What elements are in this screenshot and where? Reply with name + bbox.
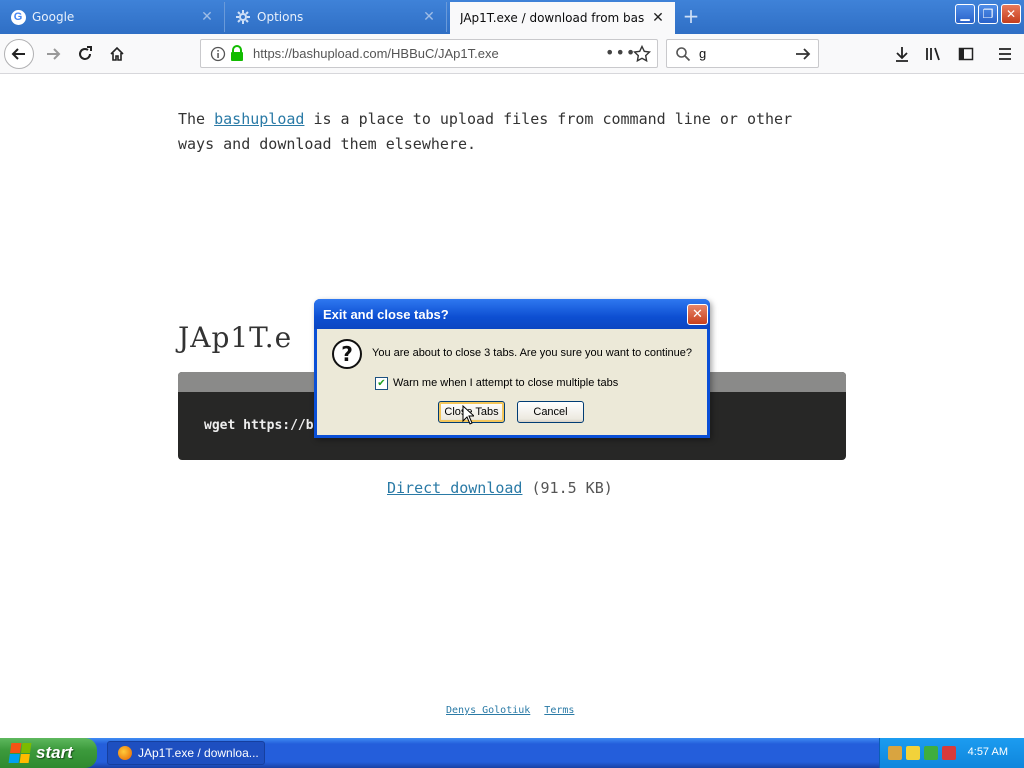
dialog-message: You are about to close 3 tabs. Are you s… [372,347,693,359]
question-icon: ? [332,339,362,369]
arrow-right-icon [47,48,61,60]
restore-button[interactable]: ❐ [978,4,998,24]
tab-bar: G Google ✕ Options ✕ JAp1T.exe / downloa… [0,0,1024,34]
library-icon [926,47,940,61]
network-icon[interactable] [888,746,902,760]
command-text: wget https://b [204,418,314,433]
file-title: JAp1T.e [178,321,293,354]
search-input[interactable]: g [699,46,706,61]
tab-label: JAp1T.exe / download from bashupload [460,11,645,25]
search-icon [676,47,691,62]
bashupload-link[interactable]: bashupload [214,110,304,128]
go-arrow-icon [796,48,811,60]
arrow-left-icon [11,48,25,60]
cancel-button[interactable]: Cancel [517,401,584,423]
close-icon[interactable]: ✕ [200,10,214,24]
taskbar-item-firefox[interactable]: JAp1T.exe / downloa... [107,741,265,765]
close-icon[interactable]: ✕ [651,11,665,25]
footer: Denys Golotiuk Terms [446,705,588,716]
page-actions-icon[interactable]: ••• [605,43,636,62]
intro-prefix: The [178,110,215,128]
navigation-toolbar: https://bashupload.com/HBBuC/JAp1T.exe •… [0,34,1024,74]
window-close-button[interactable]: ✕ [1001,4,1021,24]
gear-icon [235,9,251,25]
windows-logo-icon [8,743,32,763]
dialog-body: ? You are about to close 3 tabs. Are you… [317,329,707,435]
shield-icon[interactable] [906,746,920,760]
close-icon[interactable]: ✕ [422,10,436,24]
info-icon [210,46,226,62]
tab-label: Options [257,10,304,24]
google-icon: G [10,9,26,25]
file-size: (91.5 KB) [531,479,613,497]
footer-link-terms[interactable]: Terms [544,705,574,716]
security-icon[interactable] [924,746,938,760]
downloads-button[interactable] [887,39,917,69]
minimize-button[interactable]: ▁ [955,4,975,24]
dialog-title: Exit and close tabs? ✕ [314,299,710,329]
taskbar: start JAp1T.exe / downloa... 4:57 AM [0,738,1024,768]
close-tabs-dialog: Exit and close tabs? ✕ ? You are about t… [314,299,710,438]
intro-text: The bashupload is a place to upload file… [178,107,818,157]
dialog-close-button[interactable]: ✕ [687,304,708,325]
mouse-cursor-icon [462,405,474,425]
direct-download-link[interactable]: Direct download [387,479,522,497]
download-line: Direct download (91.5 KB) [387,479,613,497]
clock: 4:57 AM [967,746,1008,758]
lock-icon [231,45,243,61]
reload-icon [79,46,92,60]
tab-google[interactable]: G Google ✕ [0,2,225,32]
menu-button[interactable] [990,39,1020,69]
dialog-title-text: Exit and close tabs? [323,307,449,322]
tab-bashupload[interactable]: JAp1T.exe / download from bashupload ✕ [450,2,675,34]
download-icon [896,47,908,62]
sidebar-button[interactable] [951,39,981,69]
forward-button[interactable] [38,39,68,69]
start-label: start [36,743,73,762]
taskbar-item-label: JAp1T.exe / downloa... [138,746,259,760]
url-bar[interactable]: https://bashupload.com/HBBuC/JAp1T.exe •… [200,39,658,68]
search-bar[interactable]: g [666,39,819,68]
tab-options[interactable]: Options ✕ [225,2,447,32]
footer-link-author[interactable]: Denys Golotiuk [446,705,530,716]
home-button[interactable] [102,39,132,69]
start-button[interactable]: start [0,738,97,768]
sidebar-icon [958,47,974,61]
home-icon [110,46,124,61]
reload-button[interactable] [70,39,100,69]
hamburger-menu-icon [999,48,1011,60]
system-tray: 4:57 AM [879,738,1024,768]
url-text: https://bashupload.com/HBBuC/JAp1T.exe [253,46,499,61]
alert-shield-icon[interactable] [942,746,956,760]
firefox-icon [118,746,132,760]
back-button[interactable] [4,39,34,69]
warn-checkbox[interactable]: ✔ [375,377,388,390]
library-button[interactable] [919,39,949,69]
warn-checkbox-label[interactable]: Warn me when I attempt to close multiple… [393,377,618,389]
star-icon [633,45,651,63]
tab-label: Google [32,10,75,24]
new-tab-button[interactable]: + [680,6,702,28]
